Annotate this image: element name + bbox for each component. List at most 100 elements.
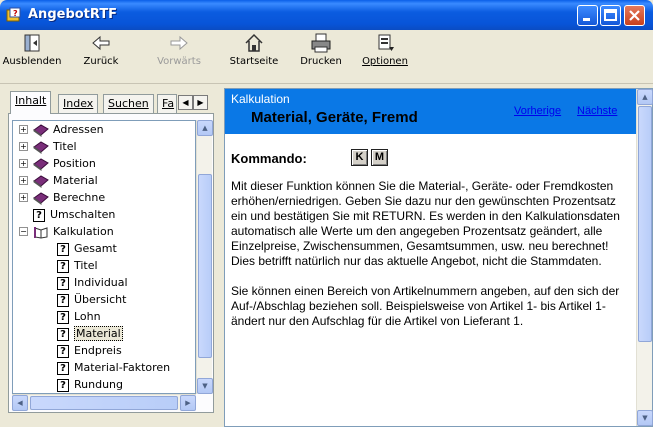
- hide-icon: [24, 34, 40, 52]
- help-page-icon: ?: [57, 276, 69, 290]
- arrow-down-icon: ▼: [642, 414, 648, 422]
- expand-icon[interactable]: +: [19, 193, 28, 202]
- arrow-left-icon: ◀: [182, 98, 189, 107]
- tree-item[interactable]: + Berechne: [19, 189, 106, 206]
- tab-contents[interactable]: Inhalt: [10, 91, 52, 114]
- scroll-down-button[interactable]: ▼: [197, 378, 213, 394]
- tree-item-label: Rundung: [74, 378, 124, 391]
- tab-index[interactable]: Index: [58, 94, 99, 113]
- back-arrow-icon: [92, 35, 110, 51]
- tree-item[interactable]: ? Rundung: [57, 376, 123, 393]
- topic-title: Material, Geräte, Fremd: [251, 109, 418, 126]
- hide-button[interactable]: Ausblenden: [2, 32, 62, 67]
- expand-icon[interactable]: +: [19, 159, 28, 168]
- tree-horizontal-scrollbar[interactable]: ◀ ▶: [12, 394, 196, 411]
- help-page-icon: ?: [57, 344, 69, 358]
- scroll-up-button[interactable]: ▲: [197, 120, 213, 136]
- navigation-pane: Inhalt Index Suchen Fa ◀ ▶ + Adressen + Tit…: [4, 88, 216, 422]
- scroll-up-button[interactable]: ▲: [637, 89, 653, 105]
- title-bar[interactable]: ? AngebotRTF: [0, 0, 653, 30]
- tree-item-label: Adressen: [53, 123, 104, 136]
- topic-paragraph: Sie können einen Bereich von Artikelnumm…: [231, 284, 620, 328]
- hscroll-thumb[interactable]: [30, 396, 178, 410]
- app-icon: ?: [6, 7, 21, 22]
- tree-item[interactable]: ? Umschalten: [33, 206, 115, 223]
- tree-vertical-scrollbar[interactable]: ▲ ▼: [196, 120, 213, 394]
- expand-icon[interactable]: +: [19, 176, 28, 185]
- collapse-icon[interactable]: −: [19, 227, 28, 236]
- nav-tabs: Inhalt Index Suchen Fa ◀ ▶: [10, 91, 220, 114]
- tree-item[interactable]: ? Endpreis: [57, 342, 122, 359]
- tree-item[interactable]: + Adressen: [19, 121, 104, 138]
- forward-button[interactable]: Vorwärts: [152, 32, 206, 67]
- forward-arrow-icon: [170, 35, 188, 51]
- print-button[interactable]: Drucken: [296, 32, 346, 67]
- tree-item-label: Material-Faktoren: [74, 361, 171, 374]
- tree-item-label: Material: [53, 174, 98, 187]
- topic-pane: Kalkulation Material, Geräte, Fremd Vorh…: [224, 88, 653, 427]
- home-button[interactable]: Startseite: [226, 32, 282, 67]
- tree-item-label: Gesamt: [74, 242, 117, 255]
- tree-item-label: Endpreis: [74, 344, 122, 357]
- minimize-icon: [583, 18, 590, 21]
- kommando-label: Kommando:: [231, 151, 307, 166]
- scroll-thumb[interactable]: [638, 106, 652, 342]
- scroll-thumb[interactable]: [198, 174, 212, 358]
- options-button[interactable]: Optionen: [358, 32, 412, 67]
- expand-icon[interactable]: +: [19, 125, 28, 134]
- scroll-right-button[interactable]: ▶: [180, 395, 196, 411]
- tree-item[interactable]: + Titel: [19, 138, 77, 155]
- tree-item[interactable]: ? Material-Faktoren: [57, 359, 170, 376]
- close-button[interactable]: [624, 5, 645, 26]
- tree-item[interactable]: + Material: [19, 172, 98, 189]
- tab-scroll-left-button[interactable]: ◀: [178, 95, 193, 110]
- topic-section: Kalkulation: [231, 92, 290, 106]
- tab-search[interactable]: Suchen: [103, 94, 154, 113]
- expand-icon[interactable]: +: [19, 142, 28, 151]
- printer-icon: [311, 33, 331, 53]
- help-page-icon: ?: [57, 327, 69, 341]
- tree-item[interactable]: ? Lohn: [57, 308, 101, 325]
- back-button[interactable]: Zurück: [76, 32, 126, 67]
- tree-item-label: Berechne: [53, 191, 106, 204]
- toolbar-label: Vorwärts: [157, 56, 201, 67]
- arrow-right-icon: ▶: [185, 399, 191, 407]
- tree-item-label: Position: [53, 157, 96, 170]
- maximize-button[interactable]: [600, 5, 621, 26]
- next-link[interactable]: Nächste: [577, 105, 617, 117]
- help-page-icon: ?: [57, 378, 69, 392]
- tree-item[interactable]: ? Übersicht: [57, 291, 126, 308]
- tree-item-label: Kalkulation: [53, 225, 114, 238]
- tree-item-label: Lohn: [74, 310, 101, 323]
- tree-item-label: Übersicht: [74, 293, 127, 306]
- tree-item[interactable]: − Kalkulation: [19, 223, 114, 240]
- help-window: ? AngebotRTF Ausblenden Zurück Vorwärts …: [0, 0, 653, 427]
- arrow-down-icon: ▼: [202, 382, 208, 390]
- minimize-button[interactable]: [577, 5, 598, 26]
- topic-vertical-scrollbar[interactable]: ▲ ▼: [636, 89, 653, 426]
- previous-link[interactable]: Vorherige: [514, 105, 561, 117]
- tree-item[interactable]: ? Gesamt: [57, 240, 117, 257]
- scroll-down-button[interactable]: ▼: [637, 410, 653, 426]
- topic-body: Kommando: K M Mit dieser Funktion können…: [231, 149, 633, 344]
- toolbar-label: Zurück: [83, 56, 119, 67]
- tree-item-label: Titel: [74, 259, 98, 272]
- toolbar-label: Startseite: [229, 56, 279, 67]
- help-page-icon: ?: [57, 361, 69, 375]
- options-icon: [378, 34, 394, 51]
- tab-scroll-right-button[interactable]: ▶: [193, 95, 208, 110]
- tree-item[interactable]: ? Material: [57, 325, 123, 342]
- help-page-icon: ?: [57, 310, 69, 324]
- closed-book-icon: [33, 157, 49, 171]
- scroll-left-button[interactable]: ◀: [12, 395, 28, 411]
- tree-item[interactable]: ? Titel: [57, 257, 98, 274]
- tree-item[interactable]: + Position: [19, 155, 96, 172]
- home-icon: [245, 33, 263, 52]
- topic-header: Kalkulation Material, Geräte, Fremd Vorh…: [225, 89, 637, 134]
- tree-item-label: Material: [74, 326, 123, 341]
- help-page-icon: ?: [57, 259, 69, 273]
- tree-item-label: Titel: [53, 140, 77, 153]
- contents-tree[interactable]: + Adressen + Titel + Position + Material + Berech…: [12, 120, 196, 394]
- tab-favorites[interactable]: Fa: [157, 94, 177, 113]
- tree-item[interactable]: ? Individual: [57, 274, 128, 291]
